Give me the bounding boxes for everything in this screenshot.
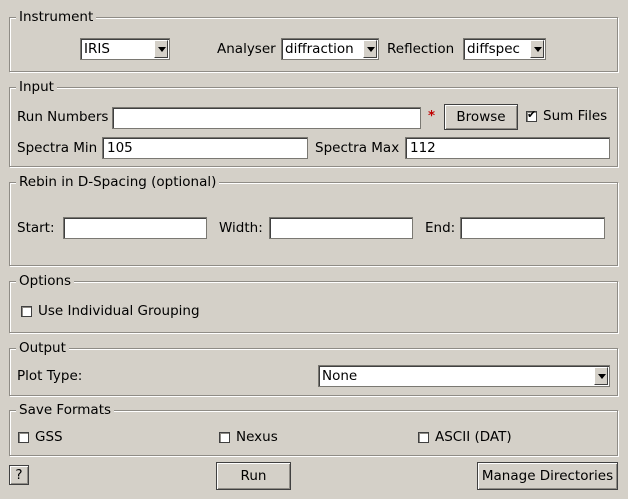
input-group-title: Input (16, 78, 57, 96)
output-group-title: Output (16, 339, 69, 357)
spectra-max-label: Spectra Max (315, 140, 400, 156)
instrument-group-title: Instrument (16, 8, 97, 26)
save-formats-group: Save Formats (9, 401, 618, 456)
spectra-min-input[interactable]: 105 (102, 137, 308, 159)
plot-type-select-value: None (322, 368, 358, 384)
sum-files-checkbox[interactable] (526, 108, 537, 122)
save-formats-group-title: Save Formats (16, 401, 115, 419)
plot-type-label: Plot Type: (17, 368, 83, 384)
rebin-group-title: Rebin in D-Spacing (optional) (16, 173, 220, 191)
analyser-select[interactable]: diffraction (281, 38, 379, 60)
width-input[interactable] (269, 217, 413, 239)
help-button[interactable]: ? (9, 465, 29, 485)
analyser-label: Analyser (217, 41, 276, 57)
sum-files-label: Sum Files (543, 108, 608, 124)
gss-checkbox[interactable] (18, 432, 29, 443)
nexus-checkbox[interactable] (219, 432, 230, 443)
ascii-label: ASCII (DAT) (435, 429, 512, 445)
instrument-select-value: IRIS (84, 41, 110, 57)
reflection-select[interactable]: diffspec (463, 38, 546, 60)
browse-button[interactable]: Browse (444, 104, 518, 130)
chevron-down-icon[interactable] (363, 40, 377, 58)
end-label: End: (425, 220, 456, 236)
plot-type-select[interactable]: None (318, 365, 610, 387)
width-label: Width: (219, 220, 263, 236)
end-input[interactable] (460, 217, 605, 239)
required-marker: * (428, 108, 436, 124)
spectra-max-input[interactable]: 112 (405, 137, 610, 159)
manage-directories-button[interactable]: Manage Directories (477, 462, 618, 490)
instrument-select[interactable]: IRIS (80, 38, 170, 60)
run-numbers-input[interactable] (112, 107, 421, 129)
options-group-title: Options (16, 272, 75, 290)
reflection-label: Reflection (387, 41, 455, 57)
chevron-down-icon[interactable] (594, 367, 608, 385)
chevron-down-icon[interactable] (530, 40, 544, 58)
chevron-down-icon[interactable] (154, 40, 168, 58)
individual-grouping-label: Use Individual Grouping (38, 303, 200, 319)
nexus-label: Nexus (236, 429, 278, 445)
spectra-min-label: Spectra Min (17, 140, 98, 156)
ascii-checkbox[interactable] (418, 432, 429, 443)
individual-grouping-checkbox[interactable] (21, 306, 32, 317)
analyser-select-value: diffraction (285, 41, 354, 57)
start-label: Start: (17, 220, 55, 236)
start-input[interactable] (63, 217, 207, 239)
gss-label: GSS (35, 429, 63, 445)
run-button[interactable]: Run (216, 462, 291, 490)
reflection-select-value: diffspec (467, 41, 520, 57)
run-numbers-label: Run Numbers (17, 109, 109, 125)
